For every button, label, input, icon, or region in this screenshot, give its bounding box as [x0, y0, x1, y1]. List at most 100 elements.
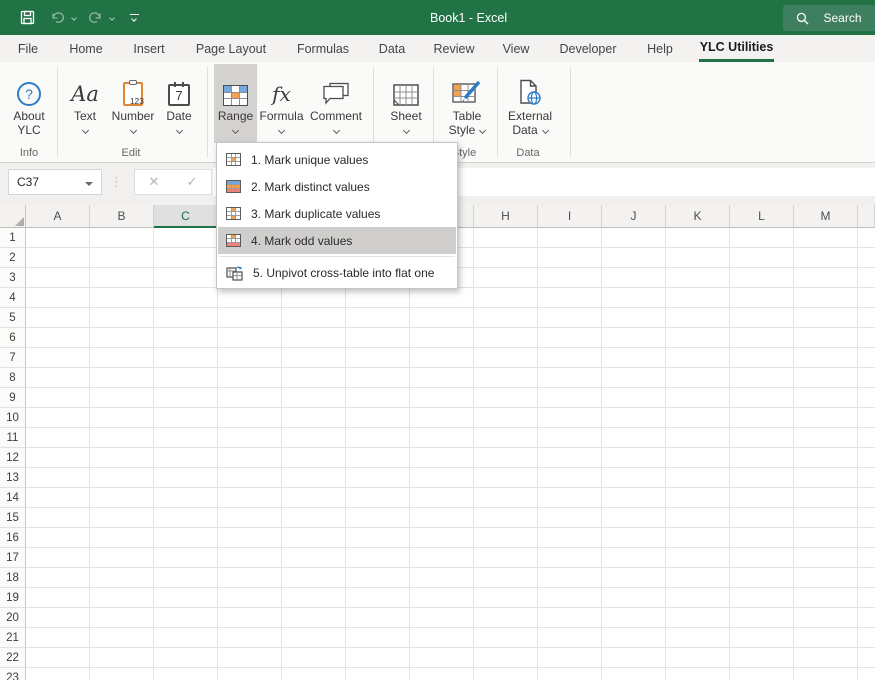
formula-button[interactable]: fx Formula [257, 64, 306, 144]
menu-item-mark-unique-values[interactable]: 1. Mark unique values [218, 146, 456, 173]
row-header-14[interactable]: 14 [0, 488, 26, 508]
group-separator [207, 67, 208, 157]
save-button[interactable] [14, 0, 40, 35]
row-header-9[interactable]: 9 [0, 388, 26, 408]
column-header-j[interactable]: J [602, 205, 666, 228]
comment-button[interactable]: Comment [306, 64, 366, 144]
comment-label: Comment [309, 109, 362, 123]
search-label: Search [823, 11, 862, 25]
undo-button[interactable] [46, 0, 68, 35]
number-button[interactable]: 123 Number [108, 64, 158, 144]
group-label-info: Info [19, 147, 39, 159]
tab-developer[interactable]: Developer [554, 35, 622, 62]
tab-ylc-utilities[interactable]: YLC Utilities [699, 35, 774, 62]
name-box-value: C37 [17, 175, 40, 189]
menu-item-mark-distinct-values[interactable]: 2. Mark distinct values [218, 173, 456, 200]
help-circle-icon: ? [17, 82, 41, 106]
spreadsheet-grid[interactable] [26, 228, 875, 680]
row-header-22[interactable]: 22 [0, 648, 26, 668]
menu-item-mark-odd-values-highlighted[interactable]: 4. Mark odd values [218, 227, 456, 254]
row-header-11[interactable]: 11 [0, 428, 26, 448]
row-header-12[interactable]: 12 [0, 448, 26, 468]
menu-item-mark-duplicate-values[interactable]: 3. Mark duplicate values [218, 200, 456, 227]
tab-page-layout[interactable]: Page Layout [192, 35, 270, 62]
row-header-21[interactable]: 21 [0, 628, 26, 648]
sheet-label: Sheet [390, 109, 422, 123]
row-header-20[interactable]: 20 [0, 608, 26, 628]
corner-triangle-icon [15, 217, 24, 226]
undo-icon [51, 12, 64, 23]
tab-view[interactable]: View [498, 35, 534, 62]
tab-file[interactable]: File [12, 35, 44, 62]
external-data-label-2: Data [508, 123, 552, 137]
tab-formulas[interactable]: Formulas [293, 35, 353, 62]
row-header-2[interactable]: 2 [0, 248, 26, 268]
row-header-5[interactable]: 5 [0, 308, 26, 328]
customize-qat-button[interactable] [124, 0, 144, 35]
column-header-b[interactable]: B [90, 205, 154, 228]
sheet-grid-icon [393, 84, 419, 106]
column-header-m[interactable]: M [794, 205, 858, 228]
table-style-label-1: Table [452, 109, 482, 123]
redo-button[interactable] [84, 0, 106, 35]
date-button[interactable]: 7 Date [158, 64, 200, 144]
column-header-a[interactable]: A [26, 205, 90, 228]
tab-review[interactable]: Review [429, 35, 479, 62]
row-header-17[interactable]: 17 [0, 548, 26, 568]
table-style-button[interactable]: Table Style [440, 64, 494, 144]
text-button[interactable]: Aa Text [62, 64, 108, 144]
search-box[interactable]: Search [783, 5, 875, 31]
table-style-label-2: Style [449, 123, 487, 137]
row-header-3[interactable]: 3 [0, 268, 26, 288]
range-button[interactable]: Range [214, 64, 257, 143]
tab-insert[interactable]: Insert [129, 35, 169, 62]
chevron-down-icon [131, 16, 137, 22]
row-header-15[interactable]: 15 [0, 508, 26, 528]
search-icon [797, 12, 809, 24]
about-label-1: About [13, 109, 45, 123]
row-header-8[interactable]: 8 [0, 368, 26, 388]
cancel-icon[interactable]: ✕ [149, 175, 160, 190]
name-box-dropdown-icon[interactable] [85, 181, 93, 190]
row-header-19[interactable]: 19 [0, 588, 26, 608]
column-header-l[interactable]: L [730, 205, 794, 228]
external-data-button[interactable]: External Data [502, 64, 558, 144]
chevron-down-icon [109, 14, 115, 21]
group-separator [497, 67, 498, 157]
row-header-16[interactable]: 16 [0, 528, 26, 548]
menu-item-label: 3. Mark duplicate values [251, 206, 381, 221]
menu-item-unpivot-cross-table[interactable]: 5. Unpivot cross-table into flat one [218, 259, 456, 286]
tab-data[interactable]: Data [374, 35, 410, 62]
redo-dropdown[interactable] [106, 0, 118, 35]
name-box[interactable]: C37 [8, 169, 102, 195]
row-header-1[interactable]: 1 [0, 228, 26, 248]
title-bar: Book1 - Excel Search [0, 0, 875, 35]
column-header-h[interactable]: H [474, 205, 538, 228]
tab-home[interactable]: Home [66, 35, 106, 62]
sheet-button[interactable]: Sheet [382, 64, 430, 144]
row-header-13[interactable]: 13 [0, 468, 26, 488]
column-header-i[interactable]: I [538, 205, 602, 228]
chevron-down-icon [231, 126, 240, 135]
row-header-18[interactable]: 18 [0, 568, 26, 588]
row-header-4[interactable]: 4 [0, 288, 26, 308]
undo-dropdown[interactable] [68, 0, 80, 35]
confirm-icon[interactable]: ✓ [187, 175, 198, 190]
about-ylc-button[interactable]: ? About YLC [6, 64, 52, 144]
font-aa-icon: Aa [71, 82, 99, 106]
redo-icon [88, 12, 101, 23]
tab-help[interactable]: Help [643, 35, 677, 62]
column-header-c-selected[interactable]: C [154, 205, 218, 228]
row-header-7[interactable]: 7 [0, 348, 26, 368]
select-all-corner[interactable] [0, 205, 26, 228]
external-data-label-1: External [507, 109, 553, 123]
customize-qat-icon [129, 14, 139, 15]
row-header-23[interactable]: 23 [0, 668, 26, 680]
table-odd-icon [226, 234, 241, 247]
column-header-k[interactable]: K [666, 205, 730, 228]
range-label: Range [217, 109, 254, 123]
row-header-10[interactable]: 10 [0, 408, 26, 428]
row-header-6[interactable]: 6 [0, 328, 26, 348]
table-distinct-icon [226, 180, 241, 193]
column-header-partial[interactable] [858, 205, 875, 228]
